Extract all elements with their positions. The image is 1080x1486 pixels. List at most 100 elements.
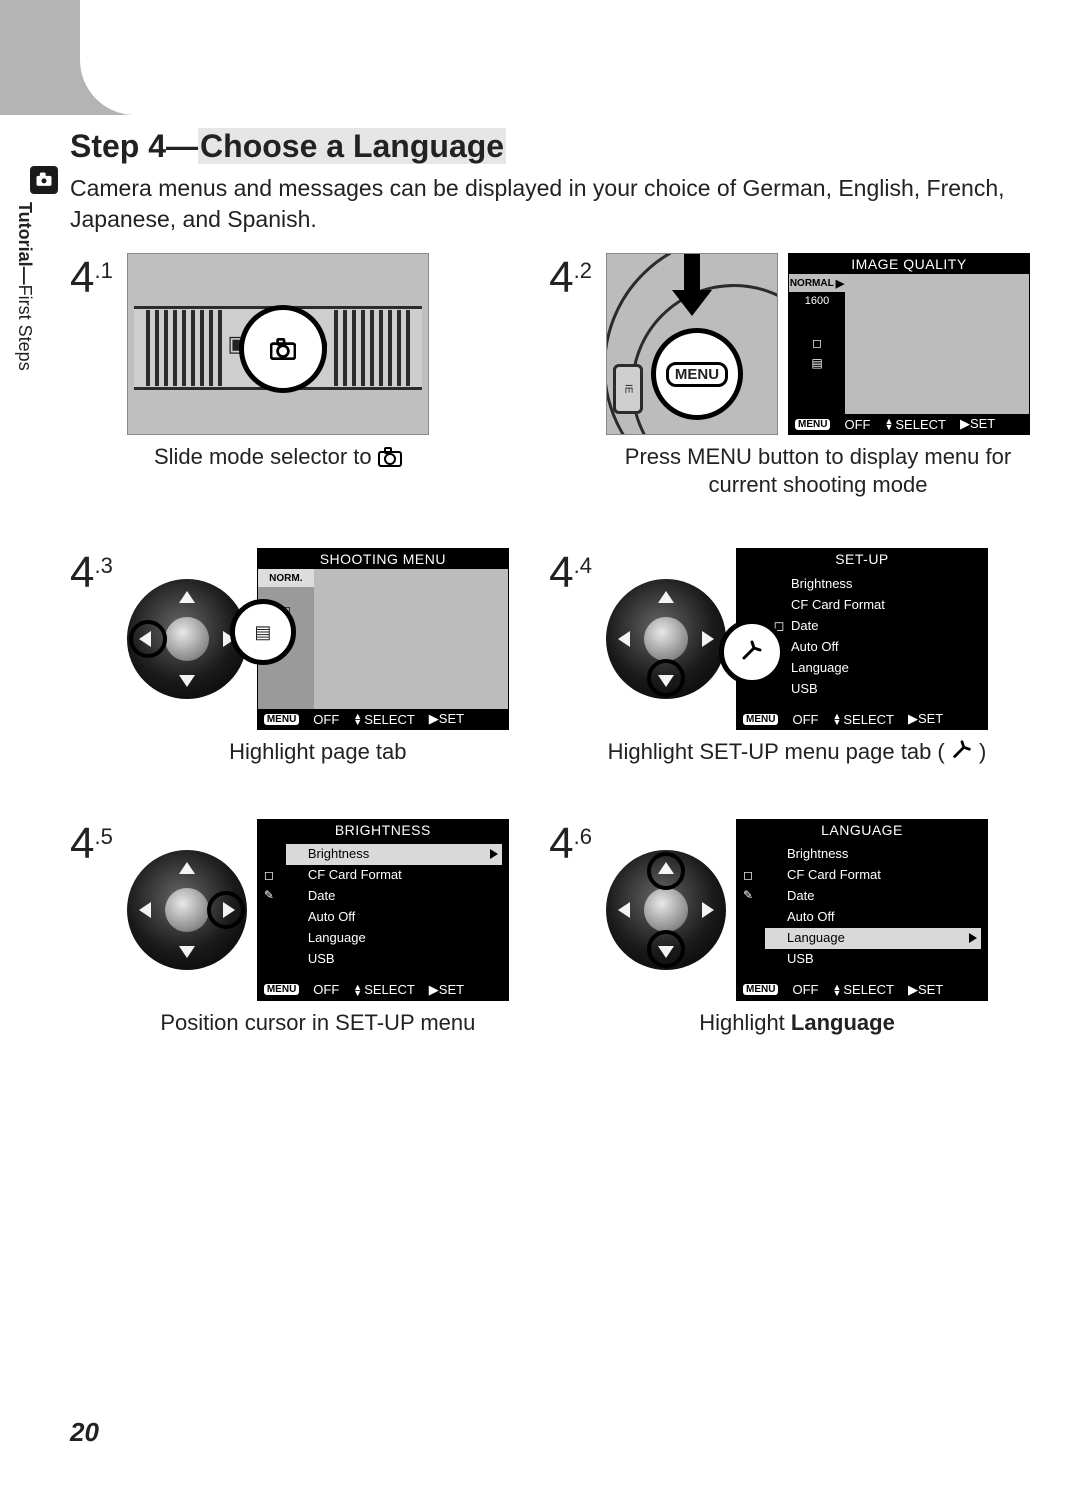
bottom-select-label: ▲▼SELECT — [353, 982, 415, 997]
camera-tab-icon: ◻ — [812, 336, 822, 350]
dpad-control — [606, 850, 726, 970]
camera-tab-icon: ◻ — [743, 868, 753, 882]
step-number: 4.4 — [549, 548, 592, 598]
lcd-bottombar: MENU OFF ▲▼SELECT ▶SET — [789, 414, 1029, 434]
step-caption: Highlight SET-UP menu page tab ( ) — [608, 738, 987, 769]
step-4-6: 4.6 LANGUAGE — [549, 819, 1030, 1037]
menu-item: Auto Off — [769, 636, 981, 657]
menu-item: Language — [765, 928, 981, 949]
lcd-sidebar-normal: NORMAL▶ — [789, 274, 845, 292]
step-number: 4.6 — [549, 819, 592, 869]
bottom-off-label: OFF — [313, 982, 339, 997]
menu-chip-label: MENU — [743, 714, 778, 725]
lcd-bottombar: MENU OFF ▲▼SELECT ▶SET — [258, 709, 508, 729]
step-caption: Press MENU button to display menu for cu… — [606, 443, 1030, 498]
lcd-bottombar: MENU OFF ▲▼SELECT ▶SET — [737, 980, 987, 1000]
menu-item: Auto Off — [765, 907, 981, 928]
menu-item: Date — [286, 886, 502, 907]
magnifier-icon: MENU — [651, 328, 743, 420]
menu-item: CF Card Format — [286, 865, 502, 886]
menu-chip-label: MENU — [264, 984, 299, 995]
menu-chip-label: MENU — [795, 419, 830, 430]
menu-item: CF Card Format — [765, 865, 981, 886]
step-number: 4.2 — [549, 253, 592, 303]
lcd-screen: LANGUAGE ◻ ✎ — [736, 819, 988, 1001]
step-4-4: 4.4 SET-UP — [549, 548, 1030, 769]
setup-tab-icon: ✎ — [743, 888, 753, 902]
menu-item: Language — [769, 657, 981, 678]
menu-item: Brightness — [765, 844, 981, 865]
step-number: 4.5 — [70, 819, 113, 869]
menu-item: USB — [765, 949, 981, 970]
camera-icon — [378, 446, 402, 474]
lcd-title: SHOOTING MENU — [258, 549, 508, 569]
lcd-bottombar: MENU OFF ▲▼SELECT ▶SET — [737, 709, 987, 729]
camera-tab-icon: ◻ — [264, 868, 274, 882]
menu-chip-label: MENU — [264, 714, 299, 725]
step-4-2: 4.2 IE MENU — [549, 253, 1030, 498]
menu-chip-label: MENU — [743, 984, 778, 995]
lcd-title: IMAGE QUALITY — [789, 254, 1029, 274]
lcd-screen: SET-UP Brightness CF Card Format ◻Date — [736, 548, 988, 730]
step-caption: Slide mode selector to — [154, 443, 402, 474]
mode-selector-illustration: ▣ ⦿ — [127, 253, 429, 435]
magnifier-icon — [239, 305, 327, 393]
menu-item: Auto Off — [286, 907, 502, 928]
menu-item: Brightness — [286, 844, 502, 865]
step-caption: Highlight page tab — [229, 738, 406, 766]
menu-item: CF Card Format — [769, 594, 981, 615]
step-4-5: 4.5 BRIGHTNESS — [70, 819, 519, 1037]
wrench-icon — [951, 740, 973, 769]
dpad-down-highlight-icon — [647, 659, 685, 697]
other-button-icon: IE — [613, 364, 643, 414]
lcd-sidebar-norm: NORM. — [258, 569, 314, 587]
bottom-select-label: ▲▼SELECT — [884, 417, 946, 432]
lcd-screen: BRIGHTNESS ◻ ✎ — [257, 819, 509, 1001]
dpad-control — [127, 579, 247, 699]
bottom-select-label: ▲▼SELECT — [832, 982, 894, 997]
page-number: 20 — [70, 1417, 99, 1448]
lcd-title: SET-UP — [737, 549, 987, 569]
step-caption: Highlight Language — [699, 1009, 895, 1037]
bottom-set-label: ▶SET — [908, 711, 943, 727]
step-4-1: 4.1 ▣ ⦿ — [70, 253, 519, 498]
menu-item: ◻Date — [769, 615, 981, 636]
setup-tab-icon: ✎ — [264, 888, 274, 902]
bottom-set-label: ▶SET — [429, 982, 464, 998]
dpad-down-highlight-icon — [647, 930, 685, 968]
menu-item: USB — [769, 678, 981, 699]
dpad-left-highlight-icon — [129, 620, 167, 658]
dpad-right-highlight-icon — [207, 891, 245, 929]
step-4-3: 4.3 SHOOTING MENU — [70, 548, 519, 769]
page-corner-grey — [0, 0, 47, 115]
page-corner-band — [0, 0, 1080, 115]
bottom-select-label: ▲▼SELECT — [832, 712, 894, 727]
bottom-off-label: OFF — [792, 712, 818, 727]
bottom-off-label: OFF — [792, 982, 818, 997]
setup-tab-icon: ▤ — [811, 356, 822, 370]
menu-chip-label: MENU — [666, 362, 728, 387]
bottom-off-label: OFF — [313, 712, 339, 727]
step-number: 4.3 — [70, 548, 113, 598]
bottom-set-label: ▶SET — [960, 416, 995, 432]
lcd-screen: SHOOTING MENU NORM. ◻ ▤ — [257, 548, 509, 730]
menu-item: Date — [765, 886, 981, 907]
setup-tab-icon: ▤ — [280, 623, 291, 637]
step-number: 4.1 — [70, 253, 113, 303]
bottom-set-label: ▶SET — [908, 982, 943, 998]
bottom-select-label: ▲▼SELECT — [353, 712, 415, 727]
tutorial-tab-icon — [30, 166, 58, 194]
camera-tab-icon: ◻ — [281, 603, 291, 617]
step-caption: Position cursor in SET-UP menu — [160, 1009, 475, 1037]
bottom-off-label: OFF — [844, 417, 870, 432]
lcd-title: LANGUAGE — [737, 820, 987, 840]
menu-item: Brightness — [769, 573, 981, 594]
menu-item: USB — [286, 949, 502, 970]
dpad-control — [606, 579, 726, 699]
menu-item: Language — [286, 928, 502, 949]
lcd-sidebar-1600: 1600 — [789, 292, 845, 310]
menu-button-illustration: IE MENU — [606, 253, 778, 435]
dpad-control — [127, 850, 247, 970]
lcd-screen: IMAGE QUALITY NORMAL▶ 1600 ◻ ▤ — [788, 253, 1030, 435]
lcd-title: BRIGHTNESS — [258, 820, 508, 840]
